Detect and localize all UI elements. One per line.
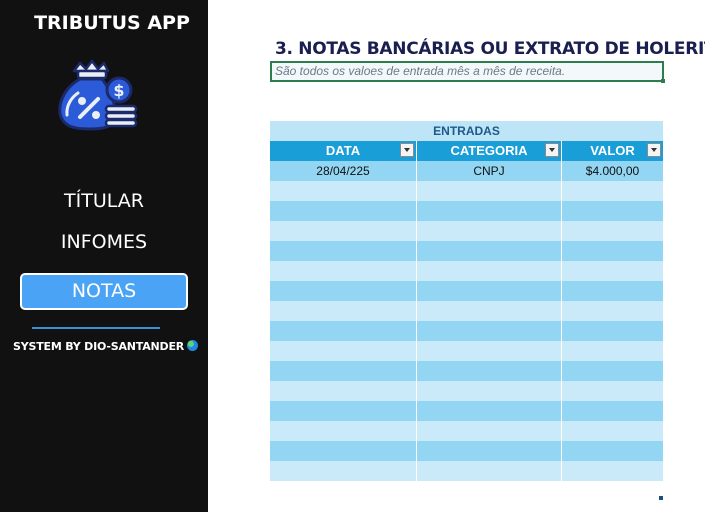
app-title: TRIBUTUS APP (34, 12, 190, 34)
table-row (270, 441, 663, 461)
table-row (270, 241, 663, 261)
table-cell[interactable] (270, 261, 417, 281)
table-cell[interactable] (417, 421, 562, 441)
table-row (270, 381, 663, 401)
table-cell[interactable] (417, 361, 562, 381)
table-cell[interactable] (270, 381, 417, 401)
table-resize-handle[interactable] (659, 496, 663, 500)
subtitle-cell[interactable]: São todos os valoes de entrada mês a mês… (270, 61, 664, 82)
table-body: 28/04/225 CNPJ $4.000,00 (270, 161, 663, 481)
table-cell[interactable] (562, 321, 663, 341)
table-cell[interactable] (270, 321, 417, 341)
table-cell[interactable] (270, 201, 417, 221)
table-cell[interactable] (417, 441, 562, 461)
table-cell[interactable]: CNPJ (417, 161, 562, 181)
table-cell[interactable] (562, 421, 663, 441)
filter-dropdown-icon[interactable] (647, 143, 661, 157)
sidebar-item-label: NOTAS (71, 280, 137, 302)
sidebar-item-label: TÍTULAR (64, 190, 144, 212)
table-row (270, 181, 663, 201)
table-header-row: DATA CATEGORIA VALOR (270, 141, 663, 161)
table-cell[interactable] (562, 401, 663, 421)
table-cell[interactable] (417, 201, 562, 221)
page-title: 3. NOTAS BANCÁRIAS OU EXTRATO DE HOLERIT… (275, 39, 705, 59)
sidebar-item-infomes[interactable]: INFOMES (20, 231, 188, 253)
table-cell[interactable] (270, 461, 417, 481)
table-cell[interactable] (417, 401, 562, 421)
table-cell[interactable] (417, 241, 562, 261)
table-cell[interactable] (417, 261, 562, 281)
table-cell[interactable] (562, 341, 663, 361)
table-row (270, 221, 663, 241)
table-cell[interactable] (562, 281, 663, 301)
column-header-valor: VALOR (562, 141, 663, 161)
svg-text:$: $ (113, 81, 124, 100)
table-cell[interactable] (270, 421, 417, 441)
table-row (270, 281, 663, 301)
table-cell[interactable] (270, 441, 417, 461)
column-header-label: CATEGORIA (450, 143, 528, 158)
table-cell[interactable] (562, 381, 663, 401)
filter-dropdown-icon[interactable] (400, 143, 414, 157)
table-cell[interactable]: 28/04/225 (270, 161, 417, 181)
table-cell[interactable] (417, 321, 562, 341)
footer-text: SYSTEM BY DIO-SANTANDER (13, 340, 185, 353)
cell-fill-handle[interactable] (661, 79, 665, 83)
table-cell[interactable] (562, 261, 663, 281)
filter-dropdown-icon[interactable] (545, 143, 559, 157)
table-cell[interactable] (562, 361, 663, 381)
table-cell[interactable] (417, 281, 562, 301)
table-cell[interactable] (270, 401, 417, 421)
money-bag-percent-coins-icon: $ (52, 57, 138, 132)
table-cell[interactable] (417, 181, 562, 201)
table-cell[interactable] (562, 181, 663, 201)
table-cell[interactable] (270, 221, 417, 241)
table-cell[interactable] (270, 341, 417, 361)
table-row: 28/04/225 CNPJ $4.000,00 (270, 161, 663, 181)
table-cell[interactable] (562, 301, 663, 321)
column-header-categoria: CATEGORIA (417, 141, 562, 161)
table-cell[interactable] (417, 221, 562, 241)
table-cell[interactable] (562, 461, 663, 481)
column-header-data: DATA (270, 141, 417, 161)
table-cell[interactable]: $4.000,00 (562, 161, 663, 181)
table-row (270, 261, 663, 281)
footer-credit: SYSTEM BY DIO-SANTANDER (13, 340, 199, 353)
table-cell[interactable] (417, 341, 562, 361)
table-row (270, 321, 663, 341)
table-cell[interactable] (562, 241, 663, 261)
table-cell[interactable] (562, 221, 663, 241)
table-cell[interactable] (270, 361, 417, 381)
table-cell[interactable] (562, 201, 663, 221)
sidebar-item-titular[interactable]: TÍTULAR (20, 190, 188, 212)
table-row (270, 461, 663, 481)
table-cell[interactable] (417, 301, 562, 321)
table-caption: ENTRADAS (270, 121, 663, 141)
column-header-label: DATA (325, 143, 361, 158)
table-cell[interactable] (270, 181, 417, 201)
table-cell[interactable] (270, 281, 417, 301)
table-cell[interactable] (417, 381, 562, 401)
sidebar-item-notas[interactable]: NOTAS (20, 273, 188, 310)
table-cell[interactable] (270, 241, 417, 261)
table-cell[interactable] (562, 441, 663, 461)
table-row (270, 361, 663, 381)
table-cell[interactable] (270, 301, 417, 321)
table-cell[interactable] (417, 461, 562, 481)
table-row (270, 341, 663, 361)
globe-icon (187, 340, 199, 351)
table-row (270, 421, 663, 441)
sidebar-item-label: INFOMES (60, 231, 148, 253)
table-row (270, 201, 663, 221)
entradas-table: ENTRADAS DATA CATEGORIA VALOR 28/04/225 C… (270, 121, 663, 481)
table-row (270, 301, 663, 321)
sidebar-divider (32, 327, 160, 329)
column-header-label: VALOR (590, 143, 635, 158)
sidebar: TRIBUTUS APP $ TÍTULAR INFOMES NOTAS SYS… (0, 0, 208, 512)
table-row (270, 401, 663, 421)
